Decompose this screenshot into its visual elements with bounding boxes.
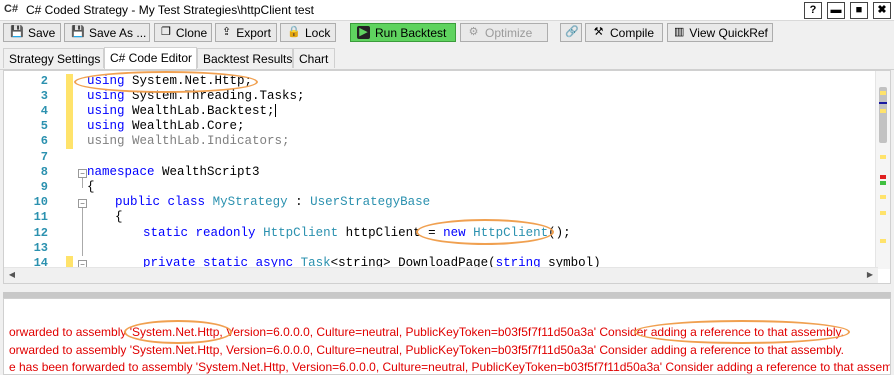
scroll-left-arrow-icon[interactable]: ◀ — [6, 269, 18, 281]
code-line: using System.Threading.Tasks; — [87, 89, 305, 103]
scroll-change-marker — [880, 155, 886, 159]
change-marker — [66, 134, 73, 149]
compile-icon: ⚒ — [593, 26, 604, 38]
code-line: using System.Net.Http; — [87, 74, 253, 88]
close-button[interactable]: ✖ — [873, 2, 891, 19]
optimize-button[interactable]: ⚙ Optimize — [460, 23, 548, 42]
save-as-button[interactable]: 💾 Save As ... — [64, 23, 150, 42]
fold-guide — [82, 208, 83, 256]
text-caret — [274, 104, 276, 118]
clone-button[interactable]: ❐ Clone — [154, 23, 212, 42]
scroll-caret-marker — [879, 102, 887, 104]
line-number: 8 — [40, 165, 48, 179]
play-icon: ▶ — [357, 26, 370, 39]
code-line: using WealthLab.Core; — [87, 119, 245, 133]
scroll-error-marker — [880, 175, 886, 179]
code-line: { — [115, 210, 123, 224]
line-number: 11 — [33, 210, 48, 224]
line-number: 13 — [33, 241, 48, 255]
vertical-scrollbar[interactable] — [875, 71, 890, 269]
scroll-change-marker — [880, 211, 886, 215]
link-icon: 🔗 — [565, 26, 579, 38]
line-number: 6 — [40, 134, 48, 148]
code-line: public class MyStrategy : UserStrategyBa… — [115, 195, 431, 209]
floppy-disk-icon: 💾 — [71, 26, 85, 38]
tab-chart[interactable]: Chart — [293, 48, 335, 68]
compile-button[interactable]: ⚒ Compile — [585, 23, 663, 42]
scroll-change-marker — [880, 91, 886, 95]
csharp-app-icon: C# — [4, 3, 19, 15]
line-number: 9 — [40, 180, 48, 194]
window-title: C# Coded Strategy - My Test Strategies\h… — [26, 3, 314, 17]
books-icon: ▥ — [674, 26, 685, 38]
link-button[interactable]: 🔗 — [560, 23, 582, 42]
scroll-change-marker — [880, 239, 886, 243]
code-line: static readonly HttpClient httpClient = … — [143, 226, 571, 240]
tab-csharp-code-editor[interactable]: C# Code Editor — [104, 47, 197, 69]
scrollbar-thumb[interactable] — [879, 87, 887, 143]
change-marker — [66, 119, 73, 134]
error-message: e has been forwarded to assembly 'System… — [9, 360, 891, 374]
maximize-button[interactable]: ■ — [850, 2, 868, 19]
line-number: 2 — [40, 74, 48, 88]
run-backtest-button[interactable]: ▶ Run Backtest — [350, 23, 456, 42]
line-number: 4 — [40, 104, 48, 118]
code-line: using WealthLab.Backtest; — [87, 104, 276, 118]
tab-backtest-results[interactable]: Backtest Results — [197, 48, 293, 68]
title-bar: C# C# Coded Strategy - My Test Strategie… — [0, 0, 894, 21]
horizontal-scrollbar[interactable]: ◀ ▶ — [4, 267, 878, 283]
line-number: 7 — [40, 150, 48, 164]
fold-toggle[interactable]: − — [78, 169, 87, 178]
compiler-output-panel: orwarded to assembly 'System.Net.Http, V… — [3, 298, 891, 375]
code-line: { — [87, 180, 95, 194]
scroll-change-marker — [880, 181, 886, 185]
error-message: orwarded to assembly 'System.Net.Http, V… — [9, 325, 844, 339]
code-editor[interactable]: 2 3 4 5 6 7 8 9 10 11 12 13 14 15 − − − … — [3, 70, 891, 284]
lock-button[interactable]: 🔒 Lock — [280, 23, 336, 42]
line-number: 12 — [33, 226, 48, 240]
change-marker — [66, 89, 73, 104]
scroll-change-marker — [880, 195, 886, 199]
help-button[interactable]: ? — [804, 2, 822, 19]
scroll-right-arrow-icon[interactable]: ▶ — [864, 269, 876, 281]
toolbar: 💾 Save 💾 Save As ... ❐ Clone ⇪ Export 🔒 Lock … — [0, 21, 894, 45]
line-number: 10 — [33, 195, 48, 209]
code-line: using WealthLab.Indicators; — [87, 134, 290, 148]
code-line: namespace WealthScript3 — [87, 165, 260, 179]
change-marker — [66, 104, 73, 119]
fold-toggle[interactable]: − — [78, 199, 87, 208]
error-message: orwarded to assembly 'System.Net.Http, V… — [9, 343, 844, 357]
save-button[interactable]: 💾 Save — [3, 23, 61, 42]
lock-icon: 🔒 — [287, 26, 301, 38]
floppy-disk-icon: 💾 — [10, 26, 24, 38]
scroll-change-marker — [880, 109, 886, 113]
view-quickref-button[interactable]: ▥ View QuickRef — [667, 23, 773, 42]
minimize-button[interactable]: ▬ — [827, 2, 845, 19]
gear-icon: ⚙ — [468, 26, 479, 38]
change-marker — [66, 74, 73, 89]
line-number: 3 — [40, 89, 48, 103]
clone-icon: ❐ — [161, 26, 171, 38]
tab-bar: Strategy Settings C# Code Editor Backtes… — [0, 47, 894, 70]
tab-strategy-settings[interactable]: Strategy Settings — [3, 48, 104, 68]
line-number: 5 — [40, 119, 48, 133]
export-icon: ⇪ — [222, 26, 232, 38]
export-button[interactable]: ⇪ Export — [215, 23, 277, 42]
fold-guide — [82, 178, 83, 188]
